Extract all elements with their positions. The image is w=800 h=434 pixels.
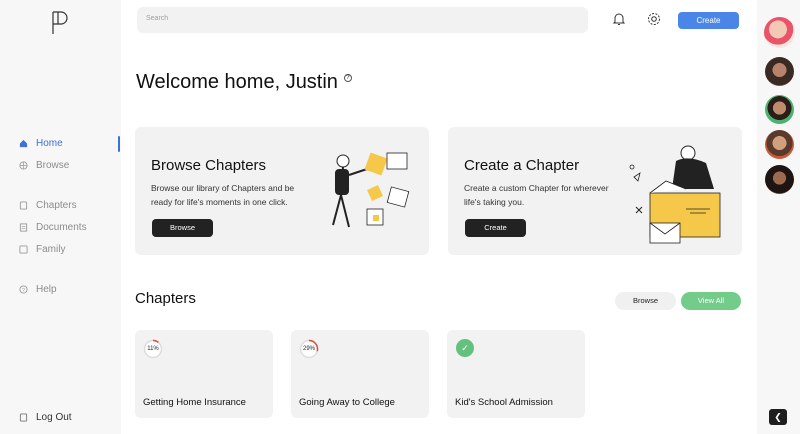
chapter-card[interactable]: 29% Going Away to College bbox=[291, 330, 429, 418]
page-title: Welcome home, Justin ? bbox=[136, 71, 352, 94]
home-icon bbox=[19, 139, 28, 147]
progress-value: 11% bbox=[147, 346, 159, 352]
sidebar: Home Browse Chapters Documents Family ? … bbox=[0, 0, 121, 434]
sidebar-item-help[interactable]: ? Help bbox=[19, 282, 57, 296]
create-chapter-button[interactable]: Create bbox=[465, 219, 526, 237]
gear-icon[interactable] bbox=[646, 11, 662, 27]
avatar[interactable] bbox=[765, 165, 794, 194]
collapse-panel-button[interactable]: ❮ bbox=[769, 409, 787, 425]
card-description: Browse our library of Chapters and be re… bbox=[151, 183, 295, 207]
logout-icon bbox=[19, 412, 28, 422]
sidebar-item-chapters[interactable]: Chapters bbox=[19, 198, 77, 212]
sidebar-item-browse[interactable]: Browse bbox=[19, 158, 69, 172]
card-title: Browse Chapters bbox=[151, 157, 267, 174]
chapter-title: Getting Home Insurance bbox=[143, 397, 246, 408]
chapter-title: Kid's School Admission bbox=[455, 397, 553, 408]
avatar[interactable] bbox=[765, 130, 794, 159]
sidebar-item-label: Family bbox=[36, 243, 66, 255]
search-input[interactable]: Search bbox=[137, 7, 588, 33]
sidebar-item-home[interactable]: Home bbox=[19, 136, 63, 150]
browse-illustration bbox=[332, 152, 410, 228]
book-icon bbox=[19, 200, 28, 210]
browse-chapters-card: Browse Chapters Browse our library of Ch… bbox=[135, 127, 429, 255]
family-icon bbox=[19, 244, 28, 254]
sidebar-item-label: Help bbox=[36, 283, 57, 295]
create-illustration bbox=[629, 145, 721, 244]
sidebar-item-family[interactable]: Family bbox=[19, 242, 65, 256]
bell-icon[interactable] bbox=[611, 11, 627, 27]
create-button[interactable]: Create bbox=[678, 12, 739, 29]
avatar[interactable] bbox=[765, 57, 794, 86]
checkmark-icon: ✓ bbox=[456, 339, 474, 357]
browse-button[interactable]: Browse bbox=[152, 219, 213, 237]
help-icon: ? bbox=[19, 284, 28, 293]
sidebar-item-label: Browse bbox=[36, 159, 70, 171]
globe-icon bbox=[19, 160, 28, 170]
sidebar-item-label: Documents bbox=[36, 221, 87, 233]
chapter-card[interactable]: 11% Getting Home Insurance bbox=[135, 330, 273, 418]
create-chapter-card: Create a Chapter Create a custom Chapter… bbox=[448, 127, 742, 255]
sidebar-item-label: Home bbox=[36, 137, 63, 149]
card-title: Create a Chapter bbox=[464, 157, 580, 174]
active-indicator bbox=[118, 136, 120, 152]
view-all-button[interactable]: View All bbox=[681, 292, 741, 310]
document-icon bbox=[19, 222, 28, 232]
avatar[interactable] bbox=[764, 17, 795, 48]
welcome-title: Welcome home, Justin bbox=[136, 71, 338, 93]
help-icon[interactable]: ? bbox=[343, 74, 352, 82]
sidebar-item-label: Chapters bbox=[36, 199, 77, 211]
progress-value: 29% bbox=[302, 346, 315, 352]
sidebar-item-label: Log Out bbox=[36, 411, 72, 423]
chapter-card[interactable]: ✓ Kid's School Admission bbox=[447, 330, 585, 418]
avatar[interactable] bbox=[765, 95, 794, 124]
chapter-title: Going Away to College bbox=[299, 397, 395, 408]
browse-chapters-button[interactable]: Browse bbox=[615, 292, 676, 310]
svg-text:?: ? bbox=[22, 287, 25, 293]
sidebar-item-documents[interactable]: Documents bbox=[19, 220, 87, 234]
sidebar-item-logout[interactable]: Log Out bbox=[19, 410, 72, 424]
logo-icon[interactable] bbox=[47, 10, 71, 36]
card-description: Create a custom Chapter for wherever lif… bbox=[464, 183, 609, 207]
section-title: Chapters bbox=[135, 290, 196, 307]
